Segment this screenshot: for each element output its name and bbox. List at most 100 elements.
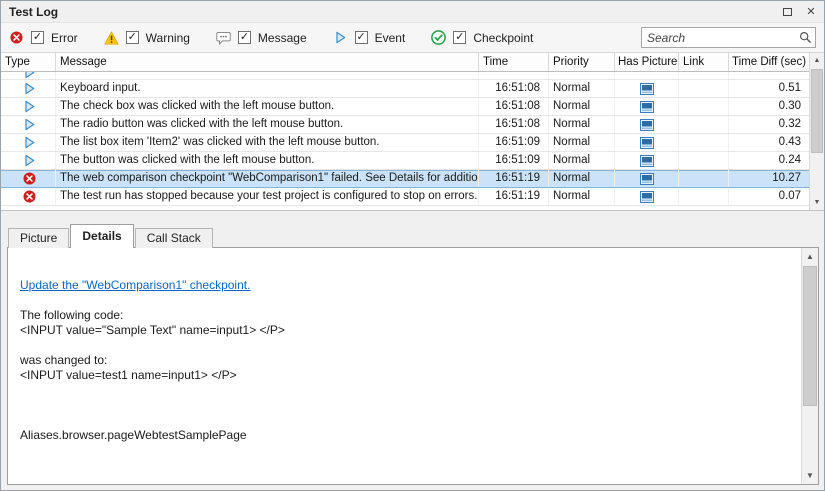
row-time: 16:51:08 xyxy=(479,80,549,97)
row-time: 16:51:09 xyxy=(479,134,549,151)
row-priority: Normal xyxy=(549,80,615,97)
details-line: was changed to: xyxy=(20,353,793,368)
details-content: Update the "WebComparison1" checkpoint. … xyxy=(8,248,801,484)
details-line xyxy=(20,383,793,398)
table-scrollbar[interactable]: ▲ ▼ xyxy=(809,53,824,210)
search-icon[interactable] xyxy=(799,31,812,44)
row-time: 16:51:09 xyxy=(479,152,549,169)
row-time-diff: 0.51 xyxy=(729,80,809,97)
event-icon xyxy=(23,82,36,95)
checkpoint-icon xyxy=(431,30,446,45)
row-has-picture xyxy=(615,134,679,151)
details-scrollbar[interactable]: ▲ ▼ xyxy=(801,248,818,484)
filter-event: ✓Event xyxy=(333,30,406,45)
details-line: Aliases.browser.pageWebtestSamplePage xyxy=(20,428,793,443)
event-icon xyxy=(23,118,36,131)
filter-checkpoint-checkbox[interactable]: ✓ xyxy=(453,31,466,44)
row-time: 16:51:19 xyxy=(479,170,549,187)
filter-error-label: Error xyxy=(51,31,78,45)
details-line xyxy=(20,398,793,413)
filter-checkpoint: ✓ Checkpoint xyxy=(431,30,533,45)
picture-icon[interactable] xyxy=(640,155,654,167)
scrollbar-thumb[interactable] xyxy=(803,266,817,406)
error-icon xyxy=(23,172,36,185)
picture-icon[interactable] xyxy=(640,101,654,113)
row-message: Keyboard input. xyxy=(56,80,479,97)
row-time-diff: 10.27 xyxy=(729,170,809,187)
scroll-up-arrow-icon[interactable]: ▲ xyxy=(810,53,824,68)
update-checkpoint-link[interactable]: Update the "WebComparison1" checkpoint. xyxy=(20,278,793,293)
filter-message: ✓Message xyxy=(216,30,307,45)
row-priority: Normal xyxy=(549,188,615,205)
splitter[interactable] xyxy=(1,211,824,224)
event-icon xyxy=(23,72,36,79)
row-has-picture xyxy=(615,152,679,169)
event-icon xyxy=(23,136,36,149)
scroll-down-arrow-icon[interactable]: ▼ xyxy=(802,467,818,484)
scrollbar-thumb[interactable] xyxy=(811,69,823,153)
window-controls: ✕ xyxy=(780,5,818,19)
error-icon xyxy=(9,30,24,45)
picture-icon[interactable] xyxy=(640,137,654,149)
details-line xyxy=(20,293,793,308)
filter-warning-checkbox[interactable]: ✓ xyxy=(126,31,139,44)
picture-icon[interactable] xyxy=(640,119,654,131)
row-time: 16:51:08 xyxy=(479,98,549,115)
details-line xyxy=(20,413,793,428)
event-icon xyxy=(23,100,36,113)
filter-message-checkbox[interactable]: ✓ xyxy=(238,31,251,44)
log-row[interactable]: The check box was clicked with the left … xyxy=(1,98,809,116)
filter-error-checkbox[interactable]: ✓ xyxy=(31,31,44,44)
maximize-button[interactable] xyxy=(780,5,794,19)
column-header-has-picture[interactable]: Has Picture xyxy=(615,53,679,71)
filter-error: ✓ Error xyxy=(9,30,78,45)
column-header-priority[interactable]: Priority xyxy=(549,53,615,71)
column-header-link[interactable]: Link xyxy=(679,53,729,71)
details-line: <INPUT value="Sample Text" name=input1> … xyxy=(20,323,793,338)
log-row[interactable] xyxy=(1,72,809,80)
log-row[interactable]: Keyboard input.16:51:08Normal 0.51 xyxy=(1,80,809,98)
search-input[interactable] xyxy=(641,27,816,48)
picture-icon[interactable] xyxy=(640,83,654,95)
row-time-diff: 0.24 xyxy=(729,152,809,169)
log-row[interactable]: The web comparison checkpoint "WebCompar… xyxy=(1,170,809,188)
message-icon xyxy=(216,30,231,45)
log-row[interactable]: The radio button was clicked with the le… xyxy=(1,116,809,134)
row-has-picture xyxy=(615,170,679,187)
picture-icon[interactable] xyxy=(640,173,654,185)
log-row[interactable]: The test run has stopped because your te… xyxy=(1,188,809,206)
filter-event-checkbox[interactable]: ✓ xyxy=(355,31,368,44)
column-header-type[interactable]: Type xyxy=(1,53,56,71)
scroll-up-arrow-icon[interactable]: ▲ xyxy=(802,248,818,265)
tab-details[interactable]: Details xyxy=(70,224,133,248)
details-line: The following code: xyxy=(20,308,793,323)
row-priority: Normal xyxy=(549,98,615,115)
row-message xyxy=(56,72,479,79)
filter-warning-label: Warning xyxy=(146,31,190,45)
filter-group: ✓Error✓Warning✓Message✓Event✓Checkpoint xyxy=(9,30,533,45)
column-header-time[interactable]: Time xyxy=(479,53,549,71)
column-header-message[interactable]: Message xyxy=(56,53,479,71)
row-message: The web comparison checkpoint "WebCompar… xyxy=(56,170,479,187)
row-time-diff: 0.43 xyxy=(729,134,809,151)
row-priority: Normal xyxy=(549,170,615,187)
tab-call-stack[interactable]: Call Stack xyxy=(135,228,213,248)
picture-icon[interactable] xyxy=(640,191,654,203)
row-priority: Normal xyxy=(549,152,615,169)
scroll-down-arrow-icon[interactable]: ▼ xyxy=(810,195,824,210)
close-button[interactable]: ✕ xyxy=(804,5,818,19)
column-header-time-diff[interactable]: Time Diff (sec) xyxy=(729,53,809,71)
row-link xyxy=(679,134,729,151)
tab-picture[interactable]: Picture xyxy=(8,228,69,248)
row-message: The radio button was clicked with the le… xyxy=(56,116,479,133)
row-has-picture xyxy=(615,116,679,133)
row-link xyxy=(679,170,729,187)
log-row[interactable]: The list box item 'Item2' was clicked wi… xyxy=(1,134,809,152)
filter-checkpoint-label: Checkpoint xyxy=(473,31,533,45)
filter-toolbar: ✓Error✓Warning✓Message✓Event✓Checkpoint xyxy=(1,23,824,53)
row-priority: Normal xyxy=(549,116,615,133)
row-message: The test run has stopped because your te… xyxy=(56,188,479,205)
titlebar: Test Log ✕ xyxy=(1,1,824,23)
row-has-picture xyxy=(615,98,679,115)
log-row[interactable]: The button was clicked with the left mou… xyxy=(1,152,809,170)
